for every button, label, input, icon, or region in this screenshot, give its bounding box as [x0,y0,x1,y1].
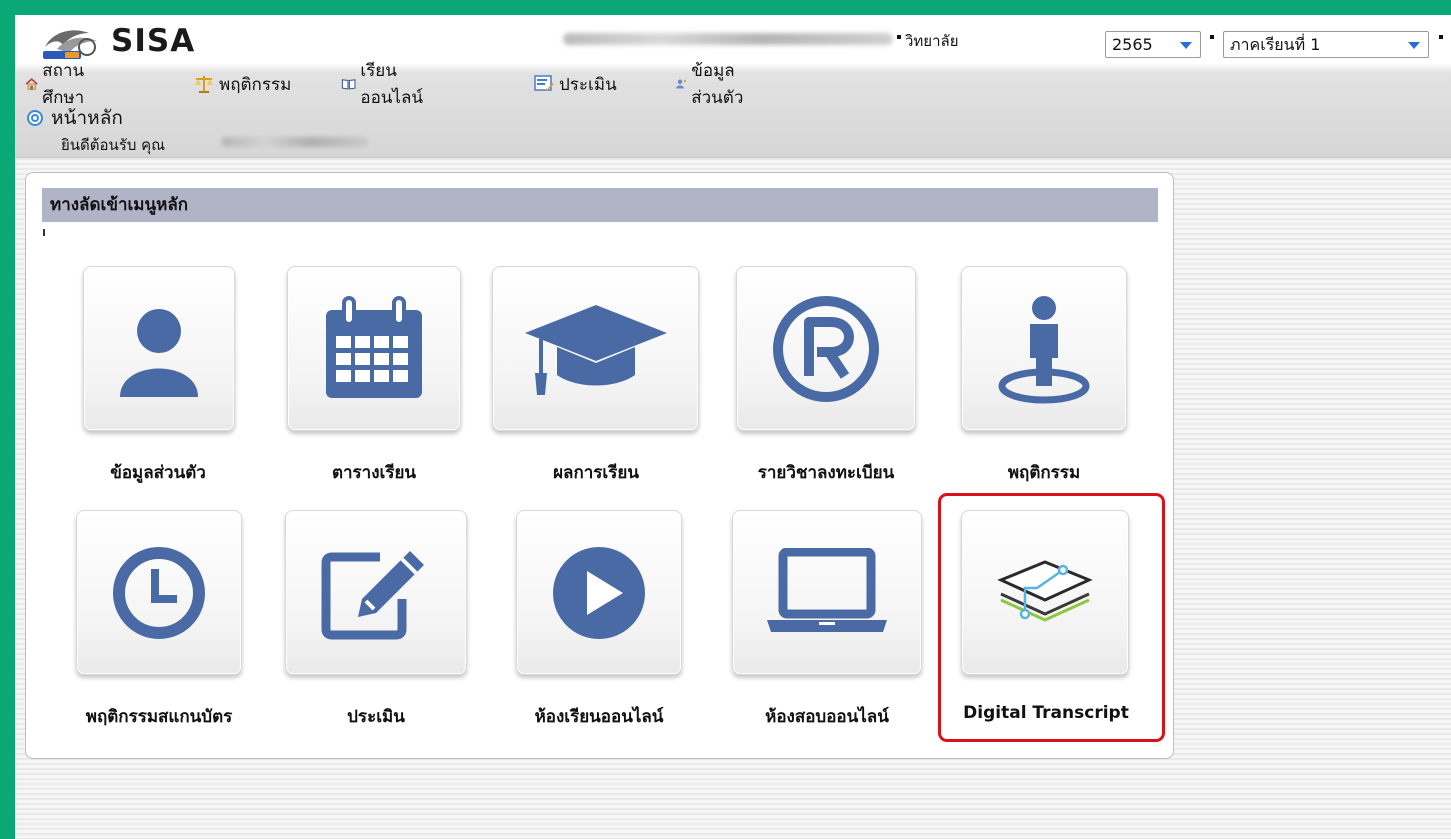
user-tools-icon [676,79,687,89]
menu-item-school[interactable]: สถานศึกษา [25,61,93,108]
menu-item-profile[interactable]: ข้อมูลส่วนตัว [675,61,744,108]
stray-tick-mark [43,229,45,236]
menu-item-behavior[interactable]: พฤติกรรม [193,71,291,97]
year-select-value: 2565 [1112,35,1153,54]
welcome-prefix: ยินดีต้อนรับ คุณ [61,136,166,154]
tile-label: รายวิชาลงทะเบียน [757,463,895,483]
chevron-down-icon [1180,42,1192,49]
highlight-box [938,493,1165,742]
tile-label: พฤติกรรมสแกนบัตร [85,707,233,727]
sisa-emblem-icon [43,30,97,59]
school-house-icon [25,78,38,90]
tile-timetable[interactable] [287,266,461,431]
year-select[interactable]: 2565 [1105,31,1201,58]
student-id-redacted [563,33,893,45]
laptop-icon [767,547,887,632]
balance-scale-icon [195,76,213,93]
tile-label: พฤติกรรม [1007,463,1081,483]
edit-icon [321,550,424,639]
menu-item-label: ประเมิน [559,74,617,95]
tile-label: ข้อมูลส่วนตัว [110,463,206,483]
tile-label: ผลการเรียน [553,463,639,483]
app-frame: SISA วิทยาลัย 2565 ภาคเรียนที่ 1 สถานศึก… [15,15,1451,839]
menu-item-label: พฤติกรรม [219,74,292,95]
clock-icon [113,546,205,639]
person-location-icon [998,295,1090,403]
chevron-down-icon [1408,42,1420,49]
tile-evaluation[interactable] [285,510,467,675]
tile-grades[interactable] [492,266,699,431]
tile-scan-card-behavior[interactable] [76,510,242,675]
home-link-label: หน้าหลัก [51,107,123,129]
shortcut-panel-title: ทางลัดเข้าเมนูหลัก [42,188,1158,222]
play-icon [553,546,645,639]
open-book-icon [341,79,356,90]
app-name: SISA [111,23,196,59]
tile-personal-info[interactable] [83,266,235,431]
tile-online-exam-room[interactable] [732,510,922,675]
tile-behavior[interactable] [961,266,1127,431]
separator-dot [1210,35,1214,39]
term-select-value: ภาคเรียนที่ 1 [1230,35,1321,54]
menu-item-label: ข้อมูลส่วนตัว [691,61,744,108]
tile-label: ห้องสอบออนไลน์ [765,707,889,727]
term-select[interactable]: ภาคเรียนที่ 1 [1223,31,1429,58]
user-name-redacted [221,137,369,147]
org-label: วิทยาลัย [905,32,959,50]
menu-item-label: เรียนออนไลน์ [360,61,423,108]
separator-dot [897,35,901,39]
evaluation-form-icon [534,75,554,91]
separator-dot [1439,35,1443,39]
registered-icon [773,295,879,402]
shortcut-panel: ทางลัดเข้าเมนูหลัก ข้อมูลส่วนตัว ตารางเร… [25,172,1174,759]
tile-label: ห้องเรียนออนไลน์ [534,707,664,727]
welcome-message: ยินดีต้อนรับ คุณ [61,133,165,157]
menu-item-evaluation[interactable]: ประเมิน [533,71,617,97]
gear-icon [27,110,43,126]
tile-label: ประเมิน [347,707,405,727]
user-icon [120,308,198,397]
calendar-icon [326,295,422,398]
tile-online-classroom[interactable] [516,510,682,675]
graduation-cap-icon [524,304,667,395]
header: SISA วิทยาลัย 2565 ภาคเรียนที่ 1 สถานศึก… [15,15,1451,158]
tile-label: ตารางเรียน [331,463,417,483]
home-link[interactable]: หน้าหลัก [25,103,123,133]
menu-item-online-learning[interactable]: เรียนออนไลน์ [341,61,430,108]
tile-registered-courses[interactable] [736,266,916,431]
